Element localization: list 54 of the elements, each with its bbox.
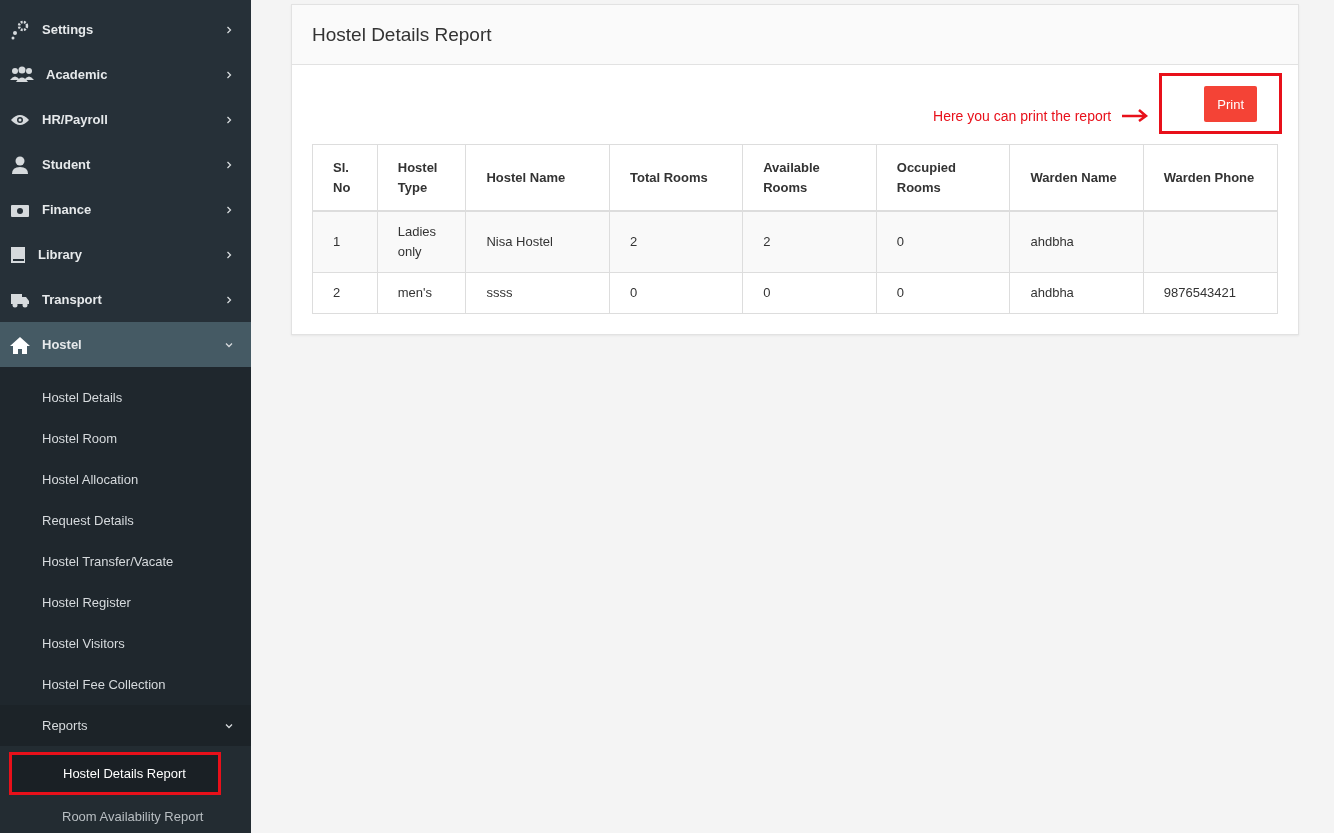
table-cell: 0: [609, 272, 743, 314]
chevron-right-icon: [225, 70, 233, 79]
table-cell: 2: [609, 211, 743, 273]
sidebar-item[interactable]: Library: [0, 232, 251, 277]
chevron-right-icon: [225, 115, 233, 124]
gears-icon: [10, 19, 30, 40]
submenu-item[interactable]: Hostel Transfer/Vacate: [0, 541, 251, 582]
home-icon: [10, 335, 30, 354]
eye-icon: [10, 112, 30, 127]
annotation-text: Here you can print the report: [933, 108, 1112, 124]
submenu-item[interactable]: Hostel Allocation: [0, 459, 251, 500]
submenu-item[interactable]: Hostel Room: [0, 418, 251, 459]
submenu-item[interactable]: Hostel Register: [0, 582, 251, 623]
chevron-right-icon: [225, 205, 233, 214]
chevron-right-icon: [225, 250, 233, 259]
chevron-down-icon: [225, 721, 233, 730]
arrow-icon: [1121, 108, 1150, 122]
table-cell: 9876543421: [1143, 272, 1278, 314]
chevron-right-icon: [225, 295, 233, 304]
print-button[interactable]: Print: [1204, 86, 1257, 122]
sidebar-item[interactable]: Transport: [0, 277, 251, 322]
submenu-item[interactable]: Hostel Visitors: [0, 623, 251, 664]
sidebar-item[interactable]: Student: [0, 142, 251, 187]
book-icon: [10, 245, 26, 264]
sidebar-item[interactable]: HR/Payroll: [0, 97, 251, 142]
table-cell: ahdbha: [1009, 211, 1144, 273]
table-cell: 0: [742, 272, 877, 314]
submenu-item[interactable]: Reports: [0, 705, 251, 746]
table-cell: men's: [377, 272, 466, 314]
table-cell: 0: [876, 211, 1010, 273]
table-cell: Ladies only: [377, 211, 466, 273]
chevron-down-icon: [225, 340, 233, 349]
truck-icon: [10, 291, 30, 308]
submenu-item[interactable]: Room Availability Report: [0, 795, 251, 833]
table-cell: 2: [742, 211, 877, 273]
submenu-item[interactable]: Request Details: [0, 500, 251, 541]
table-cell: ahdbha: [1009, 272, 1144, 314]
submenu-item[interactable]: Hostel Details Report: [9, 752, 221, 795]
table-cell: 0: [876, 272, 1010, 314]
table-cell: ssss: [465, 272, 610, 314]
sidebar-item[interactable]: Finance: [0, 187, 251, 232]
chevron-right-icon: [225, 25, 233, 34]
sidebar-item[interactable]: Hostel: [0, 322, 251, 367]
submenu-item[interactable]: Hostel Fee Collection: [0, 664, 251, 705]
users-icon: [10, 65, 34, 84]
submenu-item[interactable]: Hostel Details: [0, 377, 251, 418]
sidebar-item[interactable]: Academic: [0, 52, 251, 97]
sidebar-item[interactable]: Settings: [0, 7, 251, 52]
card-title: Hostel Details Report: [292, 5, 1298, 65]
person-icon: [10, 155, 30, 174]
chevron-right-icon: [225, 160, 233, 169]
table-cell: 1: [312, 211, 378, 273]
table-cell: Nisa Hostel: [465, 211, 610, 273]
table-cell: 2: [312, 272, 378, 314]
